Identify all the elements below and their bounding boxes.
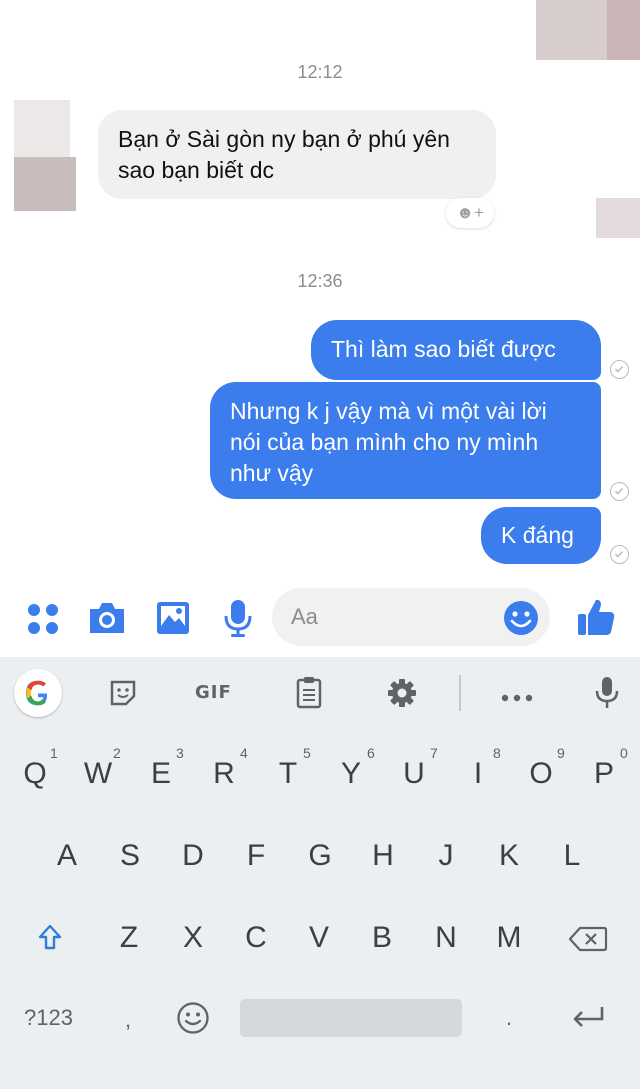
key-m[interactable]: M	[481, 921, 537, 955]
key-i[interactable]: I	[450, 757, 506, 791]
incoming-message[interactable]: Bạn ở Sài gòn ny bạn ở phú yên sao bạn b…	[98, 110, 496, 199]
comma-key[interactable]: ,	[125, 1007, 131, 1033]
add-reaction-button[interactable]: ☻+	[446, 198, 494, 228]
key-s[interactable]: S	[102, 839, 158, 873]
key-v[interactable]: V	[291, 921, 347, 955]
enter-icon[interactable]	[570, 1005, 606, 1036]
key-g[interactable]: G	[292, 839, 348, 873]
key-b[interactable]: B	[354, 921, 410, 955]
key-o[interactable]: O	[513, 757, 569, 791]
sticker-icon[interactable]	[108, 678, 138, 713]
key-d[interactable]: D	[165, 839, 221, 873]
thumbs-up-icon[interactable]	[575, 596, 617, 643]
outgoing-message[interactable]: Nhưng k j vậy mà vì một vài lời nói của …	[210, 382, 601, 499]
mic-icon[interactable]	[222, 598, 254, 643]
more-icon[interactable]	[501, 689, 533, 707]
blurred-avatar	[607, 0, 640, 60]
key-e[interactable]: E	[133, 757, 189, 791]
chat-thread: 12:12 Bạn ở Sài gòn ny bạn ở phú yên sao…	[0, 0, 640, 583]
key-c[interactable]: C	[228, 921, 284, 955]
composer-bar	[0, 583, 640, 655]
camera-icon[interactable]	[87, 600, 127, 641]
key-a[interactable]: A	[39, 839, 95, 873]
key-u[interactable]: U	[386, 757, 442, 791]
blurred-avatar	[536, 0, 610, 60]
outgoing-message[interactable]: K đáng	[481, 507, 601, 564]
toolbar-divider	[459, 675, 461, 711]
key-n[interactable]: N	[418, 921, 474, 955]
keyboard: G I F 1 2 3 4 5 6 7 8 9 0 Q W E R T Y U I …	[0, 657, 640, 1089]
gif-button[interactable]: GIF	[195, 682, 232, 703]
blurred-avatar	[596, 198, 640, 238]
image-icon[interactable]	[155, 600, 191, 641]
key-p[interactable]: P	[576, 757, 632, 791]
key-z[interactable]: Z	[101, 921, 157, 955]
period-key[interactable]: .	[506, 1005, 512, 1031]
timestamp: 12:12	[297, 62, 343, 82]
sent-check-icon	[610, 545, 629, 564]
key-q[interactable]: Q	[7, 757, 63, 791]
space-bar[interactable]	[240, 999, 462, 1037]
apps-icon[interactable]	[26, 602, 60, 641]
emoji-key-icon[interactable]	[176, 1001, 210, 1040]
sent-check-icon	[610, 482, 629, 501]
google-icon[interactable]	[14, 669, 62, 717]
keyboard-toolbar: GIF	[0, 657, 640, 729]
key-l[interactable]: L	[544, 839, 600, 873]
timestamp: 12:36	[297, 271, 343, 291]
voice-icon[interactable]	[594, 676, 620, 715]
message-input-container	[272, 588, 550, 646]
key-r[interactable]: R	[196, 757, 252, 791]
emoji-icon[interactable]	[503, 600, 539, 641]
blurred-avatar	[14, 100, 70, 158]
outgoing-message[interactable]: Thì làm sao biết được	[311, 320, 601, 380]
sent-check-icon	[610, 360, 629, 379]
blurred-avatar	[14, 157, 76, 211]
key-x[interactable]: X	[165, 921, 221, 955]
key-f[interactable]: F	[228, 839, 284, 873]
key-j[interactable]: J	[418, 839, 474, 873]
key-h[interactable]: H	[355, 839, 411, 873]
symbols-key[interactable]: ?123	[24, 1005, 73, 1031]
key-w[interactable]: W	[70, 757, 126, 791]
clipboard-icon[interactable]	[296, 675, 322, 714]
key-y[interactable]: Y	[323, 757, 379, 791]
settings-icon[interactable]	[387, 678, 417, 713]
shift-icon[interactable]	[36, 923, 64, 956]
message-input[interactable]	[291, 602, 491, 632]
key-t[interactable]: T	[260, 757, 316, 791]
backspace-icon[interactable]	[568, 925, 608, 958]
key-k[interactable]: K	[481, 839, 537, 873]
